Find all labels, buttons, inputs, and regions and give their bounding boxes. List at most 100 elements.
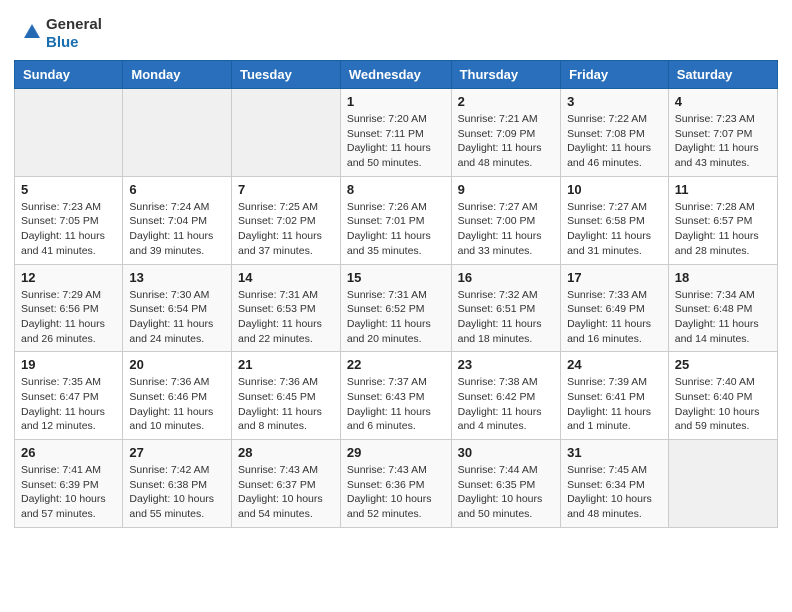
day-cell: 8 Sunrise: 7:26 AMSunset: 7:01 PMDaylight… xyxy=(340,176,451,264)
day-cell xyxy=(15,89,123,177)
day-info: Sunrise: 7:27 AMSunset: 7:00 PMDaylight:… xyxy=(458,200,554,259)
day-cell: 17Sunrise: 7:33 AMSunset: 6:49 PMDayligh… xyxy=(561,264,669,352)
day-cell: 28 Sunrise: 7:43 AMSunset: 6:37 PMDayligh… xyxy=(232,440,341,528)
day-number: 19 xyxy=(21,357,116,372)
day-header-thursday: Thursday xyxy=(451,61,560,89)
day-number: 24 xyxy=(567,357,662,372)
day-info: Sunrise: 7:32 AMSunset: 6:51 PMDaylight:… xyxy=(458,288,554,347)
day-number: 1 xyxy=(347,94,445,109)
day-cell xyxy=(123,89,232,177)
day-info: Sunrise: 7:29 AMSunset: 6:56 PMDaylight:… xyxy=(21,288,116,347)
day-info: Sunrise: 7:34 AMSunset: 6:48 PMDaylight:… xyxy=(675,288,771,347)
week-row-5: 26Sunrise: 7:41 AMSunset: 6:39 PMDayligh… xyxy=(15,440,778,528)
day-info: Sunrise: 7:20 AMSunset: 7:11 PMDaylight:… xyxy=(347,112,445,171)
day-cell: 22Sunrise: 7:37 AMSunset: 6:43 PMDayligh… xyxy=(340,352,451,440)
day-header-sunday: Sunday xyxy=(15,61,123,89)
day-info: Sunrise: 7:35 AMSunset: 6:47 PMDaylight:… xyxy=(21,375,116,434)
day-number: 21 xyxy=(238,357,334,372)
day-number: 11 xyxy=(675,182,771,197)
day-cell: 12 Sunrise: 7:29 AMSunset: 6:56 PMDayligh… xyxy=(15,264,123,352)
day-number: 2 xyxy=(458,94,554,109)
day-info: Sunrise: 7:22 AMSunset: 7:08 PMDaylight:… xyxy=(567,112,662,171)
day-cell: 7Sunrise: 7:25 AMSunset: 7:02 PMDaylight… xyxy=(232,176,341,264)
week-row-4: 19 Sunrise: 7:35 AMSunset: 6:47 PMDayligh… xyxy=(15,352,778,440)
day-number: 5 xyxy=(21,182,116,197)
page-header: General Blue xyxy=(0,0,792,60)
day-info: Sunrise: 7:24 AMSunset: 7:04 PMDaylight:… xyxy=(129,200,225,259)
week-row-2: 5 Sunrise: 7:23 AMSunset: 7:05 PMDaylight… xyxy=(15,176,778,264)
day-number: 29 xyxy=(347,445,445,460)
day-cell: 10 Sunrise: 7:27 AMSunset: 6:58 PMDayligh… xyxy=(561,176,669,264)
logo-blue: Blue xyxy=(46,34,102,52)
day-info: Sunrise: 7:42 AMSunset: 6:38 PMDaylight:… xyxy=(129,463,225,522)
day-cell: 1 Sunrise: 7:20 AMSunset: 7:11 PMDaylight… xyxy=(340,89,451,177)
day-number: 20 xyxy=(129,357,225,372)
day-number: 18 xyxy=(675,270,771,285)
day-number: 10 xyxy=(567,182,662,197)
day-cell: 20 Sunrise: 7:36 AMSunset: 6:46 PMDayligh… xyxy=(123,352,232,440)
day-header-saturday: Saturday xyxy=(668,61,777,89)
day-number: 6 xyxy=(129,182,225,197)
day-info: Sunrise: 7:30 AMSunset: 6:54 PMDaylight:… xyxy=(129,288,225,347)
day-info: Sunrise: 7:39 AMSunset: 6:41 PMDaylight:… xyxy=(567,375,662,434)
day-cell: 27 Sunrise: 7:42 AMSunset: 6:38 PMDayligh… xyxy=(123,440,232,528)
day-number: 9 xyxy=(458,182,554,197)
day-cell: 23Sunrise: 7:38 AMSunset: 6:42 PMDayligh… xyxy=(451,352,560,440)
day-cell: 14Sunrise: 7:31 AMSunset: 6:53 PMDayligh… xyxy=(232,264,341,352)
day-info: Sunrise: 7:31 AMSunset: 6:52 PMDaylight:… xyxy=(347,288,445,347)
day-header-friday: Friday xyxy=(561,61,669,89)
day-cell: 30 Sunrise: 7:44 AMSunset: 6:35 PMDayligh… xyxy=(451,440,560,528)
day-info: Sunrise: 7:43 AMSunset: 6:36 PMDaylight:… xyxy=(347,463,445,522)
day-info: Sunrise: 7:23 AMSunset: 7:05 PMDaylight:… xyxy=(21,200,116,259)
day-cell: 18 Sunrise: 7:34 AMSunset: 6:48 PMDayligh… xyxy=(668,264,777,352)
logo: General Blue xyxy=(20,16,102,52)
day-info: Sunrise: 7:36 AMSunset: 6:45 PMDaylight:… xyxy=(238,375,334,434)
day-cell: 4Sunrise: 7:23 AMSunset: 7:07 PMDaylight… xyxy=(668,89,777,177)
day-cell: 26Sunrise: 7:41 AMSunset: 6:39 PMDayligh… xyxy=(15,440,123,528)
day-header-tuesday: Tuesday xyxy=(232,61,341,89)
day-header-row: SundayMondayTuesdayWednesdayThursdayFrid… xyxy=(15,61,778,89)
day-cell: 25Sunrise: 7:40 AMSunset: 6:40 PMDayligh… xyxy=(668,352,777,440)
day-number: 30 xyxy=(458,445,554,460)
day-info: Sunrise: 7:44 AMSunset: 6:35 PMDaylight:… xyxy=(458,463,554,522)
day-info: Sunrise: 7:28 AMSunset: 6:57 PMDaylight:… xyxy=(675,200,771,259)
day-number: 15 xyxy=(347,270,445,285)
day-info: Sunrise: 7:27 AMSunset: 6:58 PMDaylight:… xyxy=(567,200,662,259)
day-number: 31 xyxy=(567,445,662,460)
day-info: Sunrise: 7:37 AMSunset: 6:43 PMDaylight:… xyxy=(347,375,445,434)
day-header-wednesday: Wednesday xyxy=(340,61,451,89)
day-info: Sunrise: 7:36 AMSunset: 6:46 PMDaylight:… xyxy=(129,375,225,434)
day-info: Sunrise: 7:23 AMSunset: 7:07 PMDaylight:… xyxy=(675,112,771,171)
day-number: 12 xyxy=(21,270,116,285)
day-cell: 3 Sunrise: 7:22 AMSunset: 7:08 PMDaylight… xyxy=(561,89,669,177)
day-cell xyxy=(668,440,777,528)
day-number: 27 xyxy=(129,445,225,460)
day-cell xyxy=(232,89,341,177)
calendar-container: SundayMondayTuesdayWednesdayThursdayFrid… xyxy=(0,60,792,542)
day-cell: 15 Sunrise: 7:31 AMSunset: 6:52 PMDayligh… xyxy=(340,264,451,352)
day-info: Sunrise: 7:26 AMSunset: 7:01 PMDaylight:… xyxy=(347,200,445,259)
day-number: 28 xyxy=(238,445,334,460)
day-cell: 6 Sunrise: 7:24 AMSunset: 7:04 PMDaylight… xyxy=(123,176,232,264)
day-info: Sunrise: 7:21 AMSunset: 7:09 PMDaylight:… xyxy=(458,112,554,171)
logo-icon xyxy=(22,22,42,42)
day-cell: 16Sunrise: 7:32 AMSunset: 6:51 PMDayligh… xyxy=(451,264,560,352)
day-cell: 21 Sunrise: 7:36 AMSunset: 6:45 PMDayligh… xyxy=(232,352,341,440)
day-info: Sunrise: 7:31 AMSunset: 6:53 PMDaylight:… xyxy=(238,288,334,347)
day-number: 26 xyxy=(21,445,116,460)
day-number: 8 xyxy=(347,182,445,197)
day-info: Sunrise: 7:33 AMSunset: 6:49 PMDaylight:… xyxy=(567,288,662,347)
day-info: Sunrise: 7:45 AMSunset: 6:34 PMDaylight:… xyxy=(567,463,662,522)
day-cell: 19 Sunrise: 7:35 AMSunset: 6:47 PMDayligh… xyxy=(15,352,123,440)
day-cell: 24 Sunrise: 7:39 AMSunset: 6:41 PMDayligh… xyxy=(561,352,669,440)
calendar-table: SundayMondayTuesdayWednesdayThursdayFrid… xyxy=(14,60,778,528)
day-cell: 31 Sunrise: 7:45 AMSunset: 6:34 PMDayligh… xyxy=(561,440,669,528)
logo-general: General xyxy=(46,16,102,34)
day-number: 7 xyxy=(238,182,334,197)
day-header-monday: Monday xyxy=(123,61,232,89)
day-cell: 9 Sunrise: 7:27 AMSunset: 7:00 PMDaylight… xyxy=(451,176,560,264)
day-number: 23 xyxy=(458,357,554,372)
day-cell: 2 Sunrise: 7:21 AMSunset: 7:09 PMDaylight… xyxy=(451,89,560,177)
day-number: 3 xyxy=(567,94,662,109)
day-info: Sunrise: 7:43 AMSunset: 6:37 PMDaylight:… xyxy=(238,463,334,522)
